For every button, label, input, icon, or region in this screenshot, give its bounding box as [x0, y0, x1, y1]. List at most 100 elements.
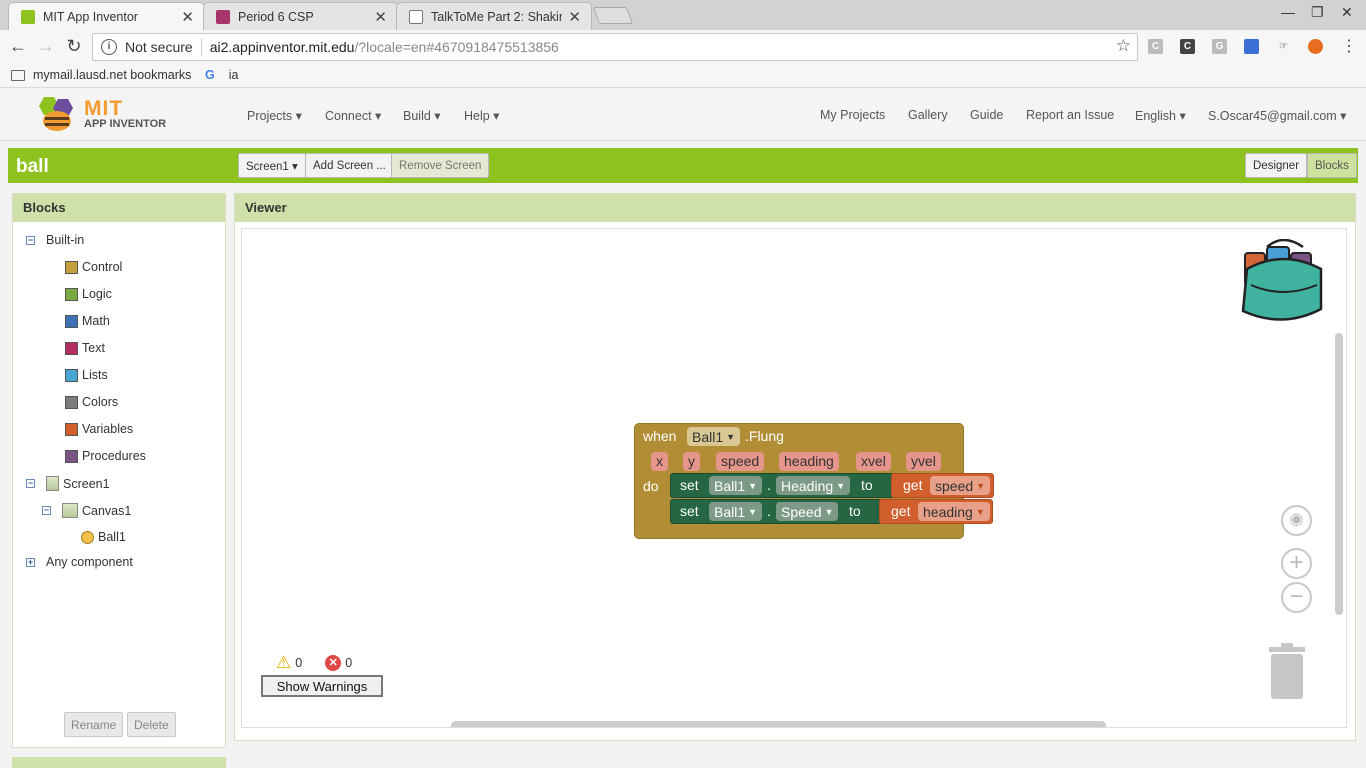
- collapse-icon[interactable]: −: [42, 506, 51, 515]
- tree-ball1[interactable]: Ball1: [81, 530, 126, 544]
- component-name: Ball1: [714, 477, 746, 494]
- add-screen-button[interactable]: Add Screen ...: [305, 153, 394, 178]
- delete-button[interactable]: Delete: [127, 712, 176, 737]
- new-tab-button[interactable]: [592, 7, 634, 24]
- menu-icon[interactable]: ⋮: [1338, 36, 1360, 56]
- connect-menu[interactable]: Connect ▾: [325, 108, 381, 123]
- param-yvel[interactable]: yvel: [906, 452, 941, 471]
- extension-c-dark-icon[interactable]: C: [1180, 39, 1195, 54]
- tab-period-6-csp[interactable]: Period 6 CSP ✕: [203, 2, 398, 30]
- close-icon[interactable]: ✕: [181, 8, 194, 26]
- mit-app-inventor-logo[interactable]: MIT APP INVENTOR: [36, 95, 166, 133]
- trash-icon[interactable]: [1268, 643, 1306, 701]
- extension-c-icon[interactable]: C: [1148, 39, 1163, 54]
- backpack-icon[interactable]: [1237, 239, 1329, 325]
- account-menu[interactable]: S.Oscar45@gmail.com ▾: [1208, 108, 1346, 123]
- property-dropdown[interactable]: Speed ▼: [776, 502, 839, 521]
- horizontal-scrollbar[interactable]: [451, 721, 1106, 727]
- properties-panel-header: [12, 757, 226, 768]
- restore-icon[interactable]: ❐: [1311, 4, 1324, 21]
- help-menu[interactable]: Help ▾: [464, 108, 499, 123]
- report-issue-link[interactable]: Report an Issue: [1026, 108, 1114, 122]
- bookmark-ia[interactable]: G ia: [205, 68, 238, 82]
- close-window-icon[interactable]: ✕: [1341, 4, 1353, 21]
- component-dropdown[interactable]: Ball1 ▼: [709, 476, 763, 495]
- minimize-icon[interactable]: —: [1281, 4, 1295, 20]
- bookmark-star-icon[interactable]: ☆: [1116, 36, 1131, 56]
- tree-canvas1[interactable]: − Canvas1: [42, 503, 131, 518]
- param-speed[interactable]: speed: [716, 452, 765, 471]
- back-icon[interactable]: ←: [7, 36, 29, 57]
- gallery-link[interactable]: Gallery: [908, 108, 948, 122]
- drawer-colors[interactable]: Colors: [65, 395, 118, 409]
- drawer-logic[interactable]: Logic: [65, 287, 112, 301]
- language-menu[interactable]: English ▾: [1135, 108, 1186, 123]
- drawer-text[interactable]: Text: [65, 341, 105, 355]
- extension-window-icon[interactable]: [1244, 39, 1259, 54]
- set-ball1-heading-block[interactable]: set Ball1 ▼ . Heading ▼ to: [670, 473, 894, 498]
- variable-dropdown[interactable]: speed ▼: [930, 476, 991, 495]
- tab-talktome[interactable]: TalkToMe Part 2: Shakin ✕: [396, 2, 592, 30]
- tree-label: Canvas1: [82, 503, 132, 518]
- get-heading-block[interactable]: get heading ▼: [879, 499, 993, 524]
- blocks-button[interactable]: Blocks: [1307, 153, 1357, 178]
- build-menu[interactable]: Build ▾: [403, 108, 441, 123]
- get-speed-block[interactable]: get speed ▼: [891, 473, 994, 498]
- warnings-indicator: ⚠ 0 ✕ 0: [276, 653, 352, 673]
- info-icon[interactable]: i: [101, 39, 117, 55]
- tab-mit-app-inventor[interactable]: MIT App Inventor ✕: [8, 2, 205, 30]
- param-heading[interactable]: heading: [779, 452, 839, 471]
- drawer-lists[interactable]: Lists: [65, 368, 108, 382]
- variable-dropdown[interactable]: heading ▼: [918, 502, 990, 521]
- google-icon: G: [205, 68, 215, 82]
- rename-button[interactable]: Rename: [64, 712, 124, 737]
- chevron-down-icon: ▼: [824, 506, 834, 517]
- param-x[interactable]: x: [651, 452, 668, 471]
- firefox-icon[interactable]: [1308, 39, 1323, 54]
- zoom-in-icon[interactable]: +: [1281, 548, 1312, 579]
- projects-menu[interactable]: Projects ▾: [247, 108, 302, 123]
- bookmark-folder[interactable]: mymail.lausd.net bookmarks: [11, 68, 191, 82]
- forward-icon[interactable]: →: [35, 36, 57, 57]
- address-bar[interactable]: i Not secure ai2.appinventor.mit.edu /?l…: [92, 33, 1138, 61]
- screen-icon: [46, 476, 59, 491]
- tree-builtin[interactable]: − Built-in: [26, 233, 84, 247]
- component-dropdown[interactable]: Ball1 ▼: [687, 427, 741, 446]
- extension-hand-icon[interactable]: ☞: [1276, 39, 1291, 54]
- collapse-icon[interactable]: −: [26, 235, 35, 245]
- tree-screen1[interactable]: − Screen1: [26, 476, 110, 491]
- show-warnings-button[interactable]: Show Warnings: [261, 675, 383, 697]
- expand-icon[interactable]: +: [26, 557, 35, 567]
- drawer-math[interactable]: Math: [65, 314, 110, 328]
- my-projects-link[interactable]: My Projects: [820, 108, 885, 122]
- blocks-workspace[interactable]: when Ball1 ▼ .Flung x y speed heading xve…: [241, 228, 1347, 728]
- drawer-variables[interactable]: Variables: [65, 422, 133, 436]
- zoom-out-icon[interactable]: −: [1281, 582, 1312, 613]
- vertical-scrollbar[interactable]: [1335, 333, 1343, 615]
- reload-icon[interactable]: ↻: [63, 36, 85, 57]
- set-ball1-speed-block[interactable]: set Ball1 ▼ . Speed ▼ to: [670, 499, 882, 524]
- close-icon[interactable]: ✕: [374, 8, 387, 26]
- param-xvel[interactable]: xvel: [856, 452, 891, 471]
- extension-g-icon[interactable]: G: [1212, 39, 1227, 54]
- remove-screen-button[interactable]: Remove Screen: [391, 153, 490, 178]
- url-path: /?locale=en#4670918475513856: [354, 39, 559, 55]
- param-y[interactable]: y: [683, 452, 700, 471]
- chevron-down-icon: ▼: [976, 480, 986, 491]
- dot-label: .: [767, 477, 771, 493]
- collapse-icon[interactable]: −: [26, 479, 35, 488]
- chevron-down-icon: ▼: [748, 480, 758, 491]
- close-icon[interactable]: ✕: [568, 8, 581, 26]
- tree-any-component[interactable]: + Any component: [26, 555, 133, 569]
- bookmark-label: mymail.lausd.net bookmarks: [33, 68, 192, 82]
- guide-link[interactable]: Guide: [970, 108, 1003, 122]
- document-favicon-icon: [409, 9, 423, 24]
- designer-button[interactable]: Designer: [1245, 153, 1308, 178]
- property-dropdown[interactable]: Heading ▼: [776, 476, 851, 495]
- component-dropdown[interactable]: Ball1 ▼: [709, 502, 763, 521]
- drawer-control[interactable]: Control: [65, 260, 122, 274]
- screen-select-button[interactable]: Screen1 ▾: [238, 153, 306, 178]
- drawer-procedures[interactable]: Procedures: [65, 449, 146, 463]
- recenter-icon[interactable]: ◉: [1281, 505, 1312, 536]
- url-host: ai2.appinventor.mit.edu: [209, 39, 355, 55]
